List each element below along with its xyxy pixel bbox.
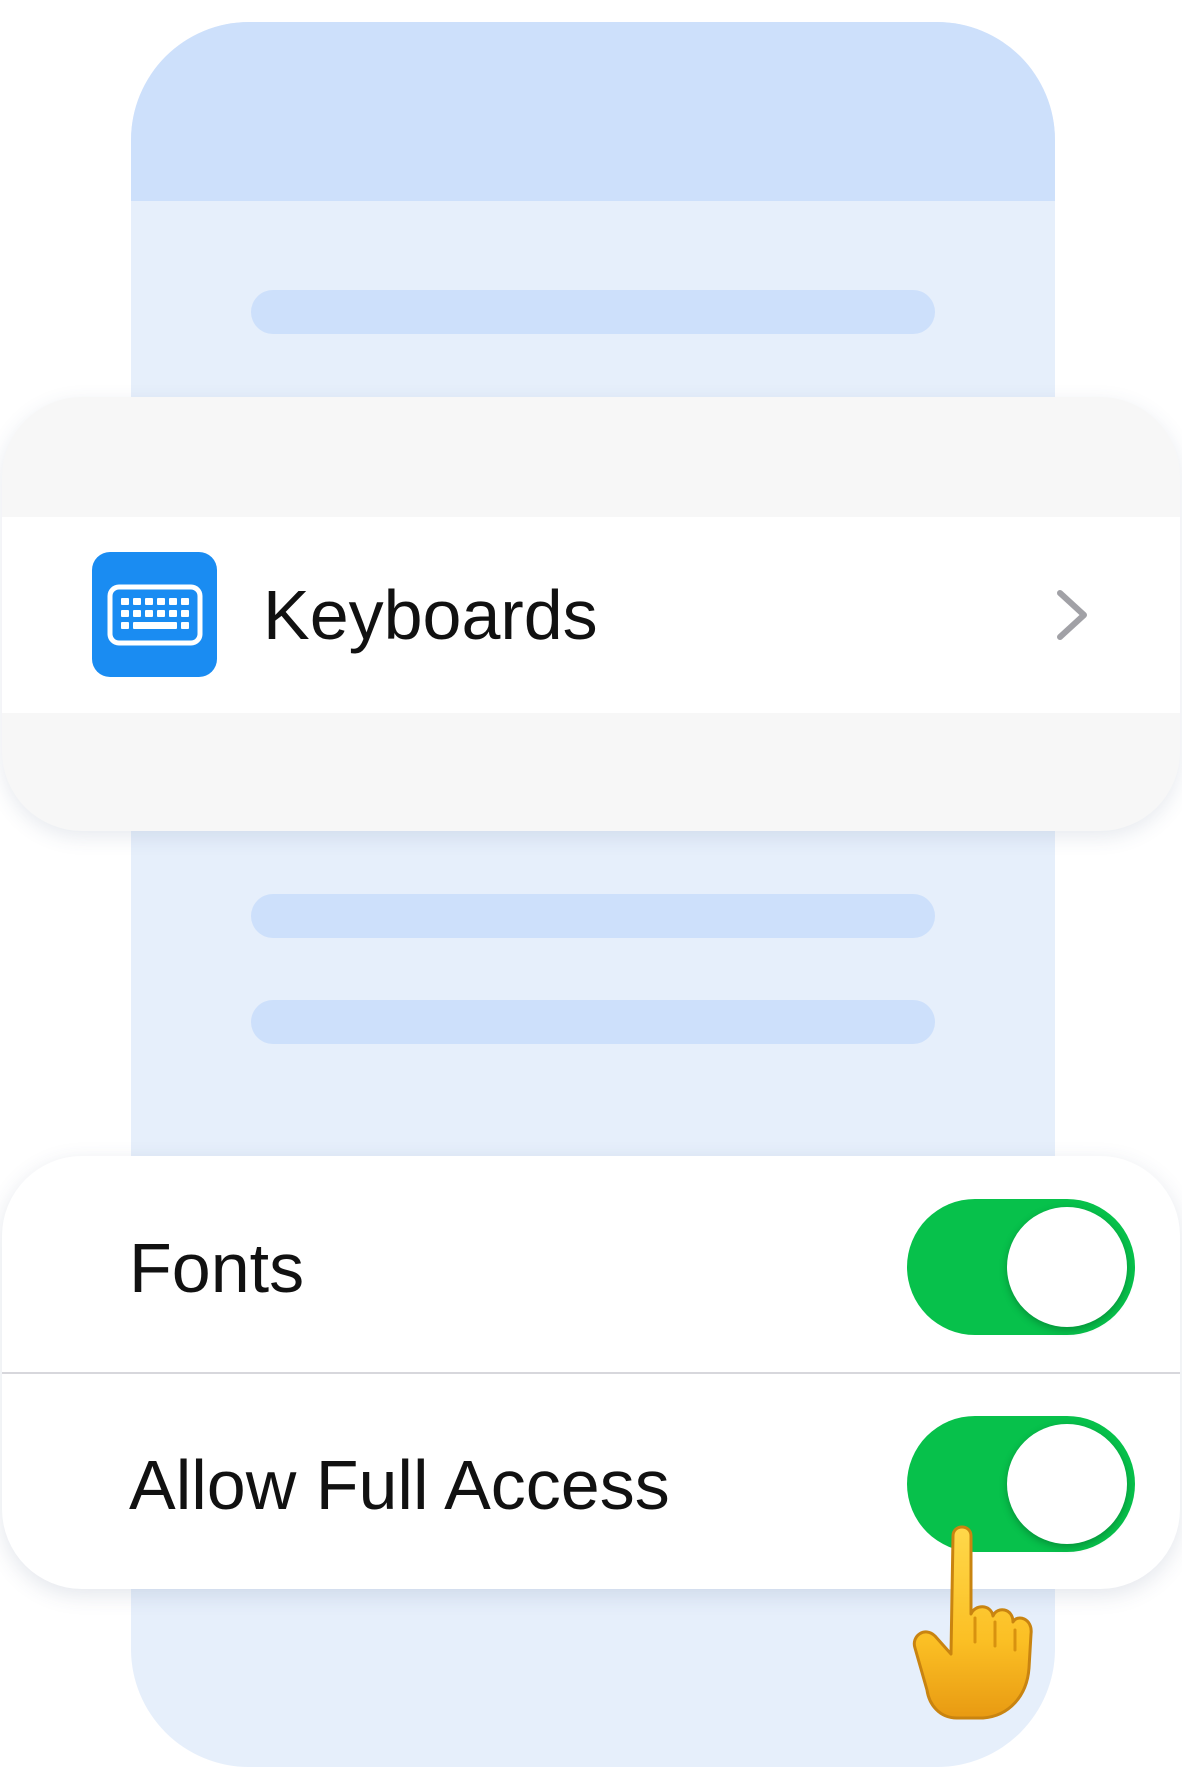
keyboards-label: Keyboards <box>263 576 598 654</box>
phone-header-placeholder <box>131 22 1055 201</box>
keyboard-icon <box>92 552 217 677</box>
pointing-hand-icon <box>912 1525 1033 1720</box>
toggle-knob <box>1007 1207 1127 1327</box>
allow-full-access-label: Allow Full Access <box>129 1446 670 1524</box>
chevron-right-icon <box>1057 590 1087 640</box>
placeholder-bar <box>251 894 935 938</box>
placeholder-bar <box>251 1000 935 1044</box>
keyboards-card: Keyboards <box>2 397 1180 831</box>
placeholder-bar <box>251 290 935 334</box>
fonts-row: Fonts <box>2 1156 1180 1372</box>
fonts-label: Fonts <box>129 1229 305 1307</box>
fonts-toggle[interactable] <box>907 1199 1135 1335</box>
